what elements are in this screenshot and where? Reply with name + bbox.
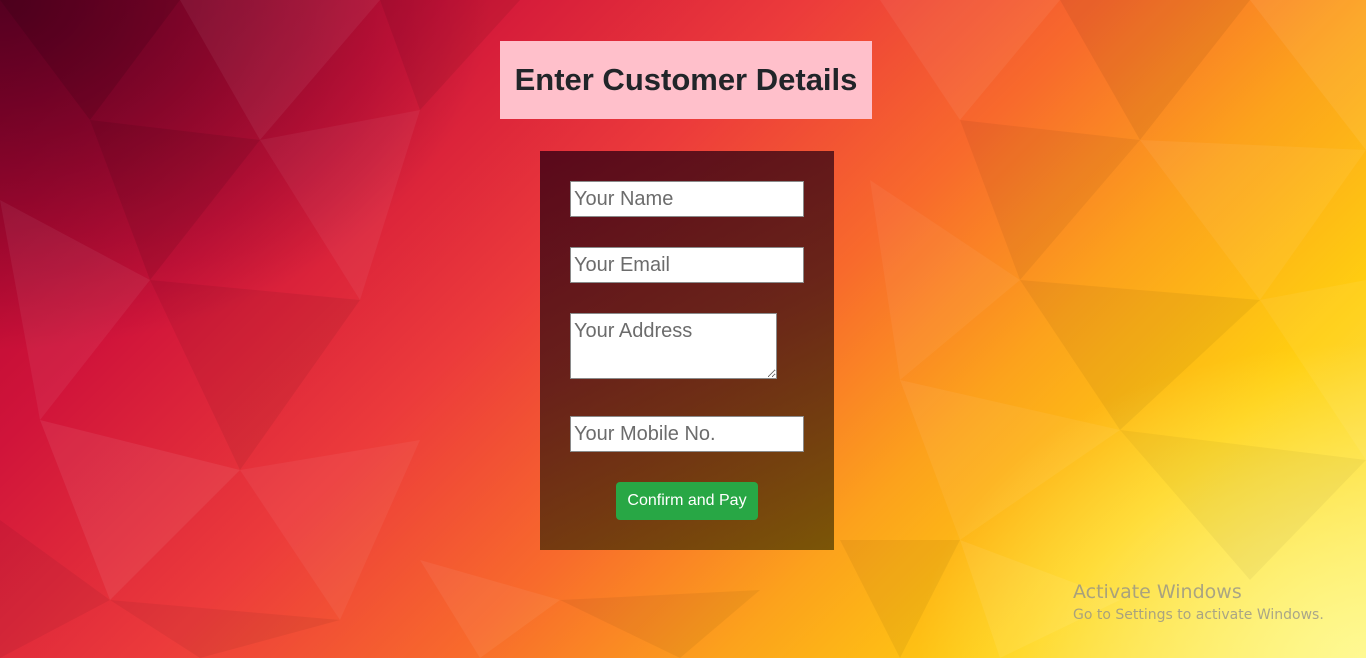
page-title: Enter Customer Details — [514, 62, 858, 97]
customer-details-form: Confirm and Pay — [540, 151, 834, 550]
watermark-title: Activate Windows — [1073, 581, 1242, 603]
watermark-subtitle: Go to Settings to activate Windows. — [1073, 607, 1324, 623]
mobile-input[interactable] — [570, 416, 804, 452]
address-textarea[interactable] — [570, 313, 777, 379]
confirm-and-pay-button[interactable]: Confirm and Pay — [616, 482, 758, 520]
name-input[interactable] — [570, 181, 804, 217]
windows-activation-watermark: Activate Windows Go to Settings to activ… — [1073, 581, 1324, 625]
email-input[interactable] — [570, 247, 804, 283]
heading-box: Enter Customer Details — [500, 41, 872, 119]
